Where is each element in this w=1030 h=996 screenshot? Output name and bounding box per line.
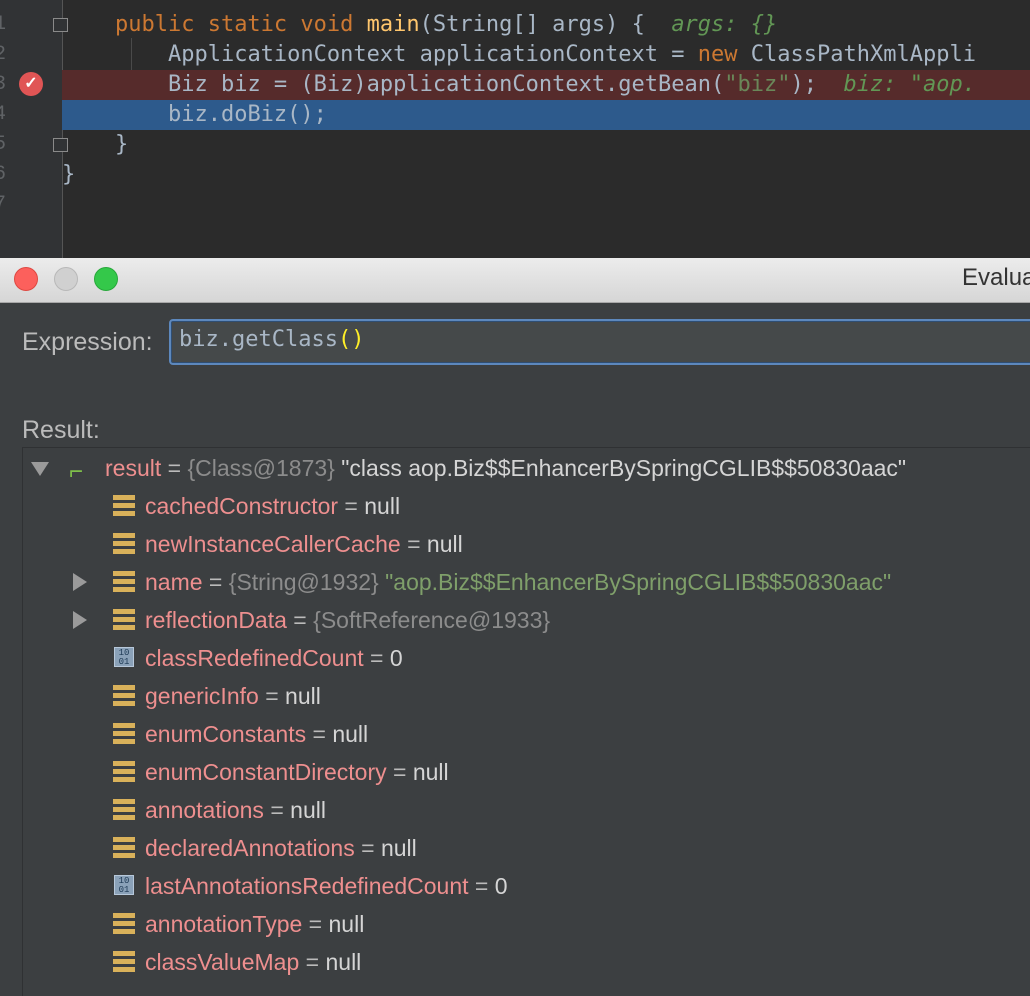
- primitive-binary-icon: 10 01: [114, 647, 134, 667]
- line-number: 7: [0, 190, 6, 220]
- field-icon: [113, 685, 135, 706]
- field-icon: [113, 799, 135, 820]
- field-icon: [113, 951, 135, 972]
- tree-row[interactable]: newInstanceCallerCache = null: [23, 525, 1023, 563]
- line-number: 4: [0, 100, 6, 130]
- window-title: Evalua: [962, 264, 1030, 291]
- code-line[interactable]: ApplicationContext applicationContext = …: [62, 40, 1030, 70]
- code-editor[interactable]: 1 2 3 4 5 6 7 ✓ public static void main(…: [0, 0, 1030, 258]
- field-icon: [113, 837, 135, 858]
- tree-row[interactable]: 10 01 lastAnnotationsRedefinedCount = 0: [23, 867, 1023, 905]
- field-icon: [113, 571, 135, 592]
- zoom-window-button[interactable]: [94, 267, 118, 291]
- field-icon: [113, 913, 135, 934]
- tree-row[interactable]: cachedConstructor = null: [23, 487, 1023, 525]
- tree-row[interactable]: annotationType = null: [23, 905, 1023, 943]
- field-icon: [113, 761, 135, 782]
- line-number: 1: [0, 10, 6, 40]
- tree-row[interactable]: 10 01 classRedefinedCount = 0: [23, 639, 1023, 677]
- tree-row[interactable]: enumConstantDirectory = null: [23, 753, 1023, 791]
- expand-arrow-icon[interactable]: [73, 611, 87, 629]
- code-line[interactable]: }: [62, 130, 1030, 160]
- execution-line[interactable]: biz.doBiz();: [62, 100, 1030, 130]
- expand-arrow-icon[interactable]: [73, 573, 87, 591]
- expression-label: Expression:: [22, 328, 153, 356]
- minimize-window-button[interactable]: [54, 267, 78, 291]
- tree-row[interactable]: genericInfo = null: [23, 677, 1023, 715]
- primitive-binary-icon: 10 01: [114, 875, 134, 895]
- expression-input[interactable]: biz.getClass(): [169, 319, 1030, 365]
- breakpoint-check-icon[interactable]: ✓: [19, 72, 43, 96]
- tree-row[interactable]: declaredAnnotations = null: [23, 829, 1023, 867]
- line-number: 3: [0, 70, 6, 100]
- expression-text[interactable]: biz.getClass(): [179, 327, 364, 352]
- field-icon: [113, 609, 135, 630]
- evaluate-dialog: Evalua Expression: biz.getClass() Result…: [0, 258, 1030, 996]
- inline-debug-value: args: {}: [671, 12, 778, 37]
- tree-row[interactable]: enumConstants = null: [23, 715, 1023, 753]
- tree-row[interactable]: annotations = null: [23, 791, 1023, 829]
- editor-gutter[interactable]: 1 2 3 4 5 6 7 ✓: [0, 0, 68, 258]
- watch-glasses-icon: ⌐: [69, 458, 84, 485]
- result-label: Result:: [22, 416, 100, 444]
- close-window-button[interactable]: [14, 267, 38, 291]
- line-number: 5: [0, 130, 6, 160]
- code-line[interactable]: public static void main(String[] args) {…: [62, 10, 1030, 40]
- line-number: 2: [0, 40, 6, 70]
- tree-row[interactable]: reflectionData = {SoftReference@1933}: [23, 601, 1023, 639]
- result-tree[interactable]: ⌐ result = {Class@1873} "class aop.Biz$$…: [22, 447, 1030, 996]
- breakpoint-line[interactable]: Biz biz = (Biz)applicationContext.getBea…: [62, 70, 1030, 100]
- code-line[interactable]: }: [62, 160, 1030, 190]
- window-titlebar[interactable]: Evalua: [0, 258, 1030, 303]
- tree-row[interactable]: classValueMap = null: [23, 943, 1023, 981]
- field-icon: [113, 495, 135, 516]
- field-icon: [113, 533, 135, 554]
- collapse-arrow-icon[interactable]: [31, 462, 49, 476]
- tree-root-row[interactable]: ⌐ result = {Class@1873} "class aop.Biz$$…: [23, 449, 1023, 487]
- inline-debug-value: biz: "aop.: [843, 72, 976, 97]
- tree-row[interactable]: name = {String@1932} "aop.Biz$$EnhancerB…: [23, 563, 1023, 601]
- field-icon: [113, 723, 135, 744]
- line-number: 6: [0, 160, 6, 190]
